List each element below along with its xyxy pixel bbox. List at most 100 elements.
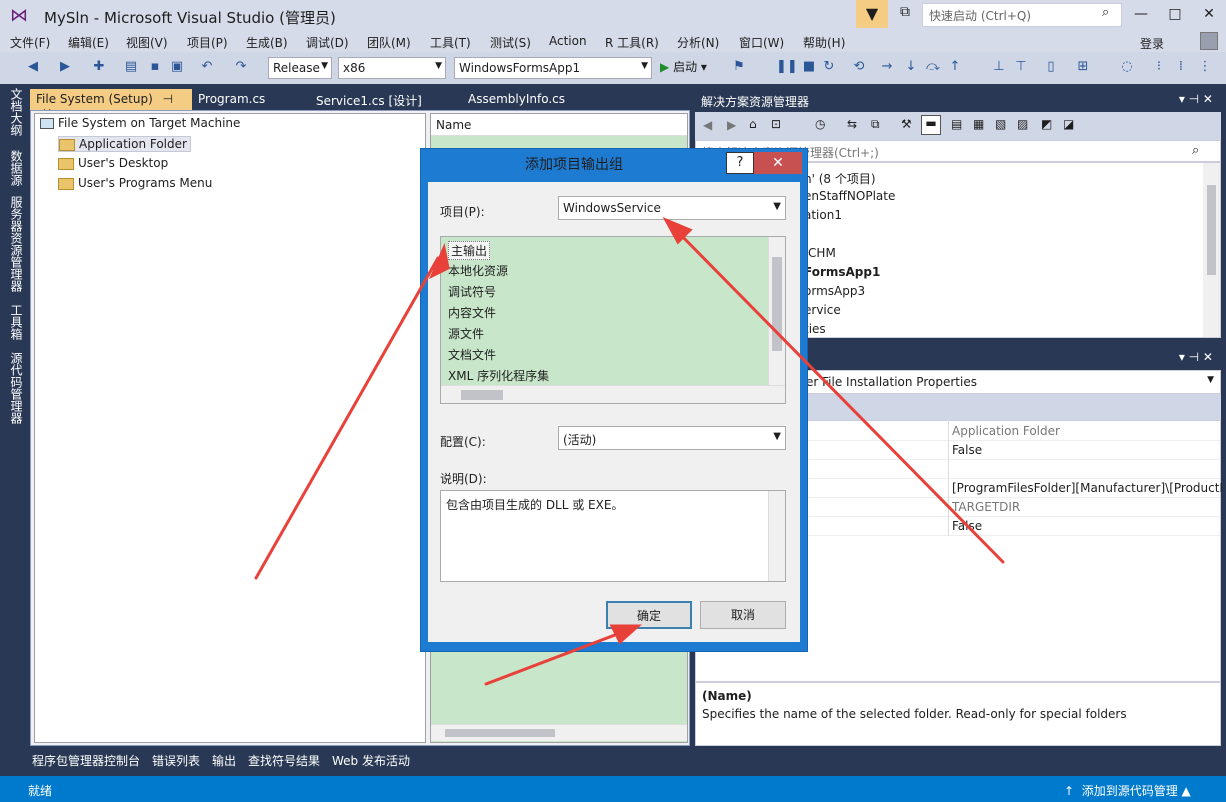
output-group-item[interactable]: 文档文件: [448, 346, 496, 363]
output-group-item[interactable]: XML 序列化程序集: [448, 367, 549, 384]
horizontal-scrollbar[interactable]: [441, 385, 785, 403]
new-project-icon[interactable]: ✚: [90, 58, 108, 76]
solution-item[interactable]: :CHM: [804, 246, 836, 260]
comment-icon[interactable]: ▯: [1042, 58, 1060, 76]
solution-item[interactable]: ation1: [804, 208, 842, 222]
preview-icon[interactable]: ▬: [921, 115, 941, 135]
menu-build[interactable]: 生成(B): [246, 34, 288, 51]
refresh-icon[interactable]: ⟲: [850, 58, 868, 76]
back-icon[interactable]: ◀: [24, 58, 42, 76]
redo-icon[interactable]: ↷: [232, 58, 250, 76]
align-bottom-icon[interactable]: ⊤: [1012, 58, 1030, 76]
notification-filter-icon[interactable]: ▼: [856, 0, 888, 28]
align-icon[interactable]: ⊥: [990, 58, 1008, 76]
pause-icon[interactable]: ❚❚: [776, 58, 798, 76]
format-icon[interactable]: ◌: [1118, 58, 1136, 76]
search-icon[interactable]: ⌕: [1102, 5, 1120, 23]
platform-select[interactable]: x86 ▼: [338, 57, 446, 79]
search-icon[interactable]: ⌕: [1192, 143, 1199, 158]
back-icon[interactable]: ◀: [703, 118, 712, 132]
scroll-thumb[interactable]: [461, 390, 503, 400]
dialog-close-button[interactable]: ✕: [754, 152, 802, 174]
forward-icon[interactable]: ▶: [727, 118, 736, 132]
tree-item-users-desktop[interactable]: User's Desktop: [58, 156, 168, 170]
stop-icon[interactable]: ■: [800, 58, 818, 76]
registry-editor-icon[interactable]: ▧: [995, 117, 1006, 131]
output-group-item[interactable]: 源文件: [448, 325, 484, 342]
config-select[interactable]: (活动) ▼: [558, 426, 786, 450]
undo-icon[interactable]: ↶: [198, 58, 216, 76]
menu-help[interactable]: 帮助(H): [803, 34, 845, 51]
toolbar-overflow-icon[interactable]: ⋮: [1196, 58, 1214, 76]
tab-error-list[interactable]: 错误列表: [152, 752, 200, 769]
tab-source-control-explorer[interactable]: 源代码管理器: [8, 352, 25, 424]
tab-find-symbol-results[interactable]: 查找符号结果: [248, 752, 320, 769]
vertical-scrollbar[interactable]: [768, 237, 785, 385]
startup-project-select[interactable]: WindowsFormsApp1 ▼: [454, 57, 652, 79]
restart-icon[interactable]: ↻: [820, 58, 838, 76]
tab-server-explorer[interactable]: 服务器资源管理器: [8, 196, 25, 292]
project-select[interactable]: WindowsService ▼: [558, 196, 786, 220]
tree-root-target-machine[interactable]: File System on Target Machine: [40, 116, 240, 130]
menu-window[interactable]: 窗口(W): [739, 34, 784, 51]
menu-view[interactable]: 视图(V): [126, 34, 168, 51]
tab-output[interactable]: 输出: [212, 752, 236, 769]
pin-icon[interactable]: ⊣: [163, 92, 173, 106]
tab-package-manager-console[interactable]: 程序包管理器控制台: [32, 752, 140, 769]
solution-item[interactable]: enStaffNOPlate: [804, 189, 895, 203]
menu-project[interactable]: 项目(P): [187, 34, 228, 51]
panel-controls[interactable]: ▾ ⊣ ✕: [1179, 350, 1213, 364]
account-icon[interactable]: [1200, 32, 1218, 50]
save-all-icon[interactable]: ▣: [168, 58, 186, 76]
solution-item-startup[interactable]: FormsApp1: [804, 265, 880, 279]
ok-button[interactable]: 确定: [606, 601, 692, 629]
menu-r-tools[interactable]: R 工具(R): [605, 34, 659, 51]
menu-action[interactable]: Action: [549, 34, 587, 48]
step-over-icon[interactable]: ⤼: [924, 58, 942, 76]
scroll-thumb[interactable]: [772, 257, 782, 351]
menu-analyze[interactable]: 分析(N): [677, 34, 719, 51]
solution-item[interactable]: ervice: [804, 303, 841, 317]
launch-conditions-icon[interactable]: ◪: [1063, 117, 1074, 131]
file-system-editor-icon[interactable]: ▦: [973, 117, 984, 131]
menu-file[interactable]: 文件(F): [10, 34, 50, 51]
tab-toolbox[interactable]: 工具箱: [8, 304, 25, 340]
save-icon[interactable]: ▪: [146, 58, 164, 76]
horizontal-scrollbar[interactable]: [431, 724, 687, 741]
show-next-statement-icon[interactable]: →: [878, 58, 896, 76]
column-header-name[interactable]: Name: [431, 114, 687, 136]
tab-program-cs[interactable]: Program.cs: [192, 89, 271, 110]
output-group-item-selected[interactable]: 主输出: [448, 241, 491, 260]
scroll-thumb[interactable]: [445, 729, 555, 737]
home-icon[interactable]: ⌂: [749, 117, 757, 131]
panel-controls[interactable]: ▾ ⊣ ✕: [1179, 92, 1213, 106]
spacing-icon[interactable]: ⁝: [1150, 58, 1168, 76]
layout-grid-icon[interactable]: ⊞: [1074, 58, 1092, 76]
vertical-scrollbar[interactable]: [1203, 163, 1220, 337]
browser-link-icon[interactable]: ⚑: [730, 58, 748, 76]
tab-web-publish-activity[interactable]: Web 发布活动: [332, 752, 410, 769]
solution-item[interactable]: ormsApp3: [804, 284, 865, 298]
tree-item-users-programs-menu[interactable]: User's Programs Menu: [58, 176, 212, 190]
output-group-item[interactable]: 调试符号: [448, 283, 496, 300]
menu-test[interactable]: 测试(S): [490, 34, 531, 51]
collapse-all-icon[interactable]: ⧉: [871, 117, 880, 132]
menu-tools[interactable]: 工具(T): [430, 34, 471, 51]
output-group-item[interactable]: 内容文件: [448, 304, 496, 321]
view-designer-icon[interactable]: ▤: [951, 117, 962, 131]
pending-changes-icon[interactable]: ◷: [815, 117, 825, 131]
feedback-icon[interactable]: ⧉: [894, 4, 916, 24]
custom-actions-icon[interactable]: ◩: [1041, 117, 1052, 131]
dialog-help-button[interactable]: ?: [726, 152, 754, 174]
switch-views-icon[interactable]: ⊡: [771, 117, 781, 131]
tab-service1-design[interactable]: Service1.cs [设计]: [310, 89, 428, 110]
close-window-button[interactable]: ✕: [1194, 2, 1224, 26]
add-to-source-control-button[interactable]: ↑ 添加到源代码管理 ▲: [1064, 782, 1191, 799]
tab-data-sources[interactable]: 数据源: [8, 150, 25, 186]
step-out-icon[interactable]: ↑: [946, 58, 964, 76]
menu-edit[interactable]: 编辑(E): [68, 34, 109, 51]
menu-debug[interactable]: 调试(D): [306, 34, 349, 51]
spacing-vertical-icon[interactable]: ⁞: [1172, 58, 1190, 76]
configuration-select[interactable]: Release ▼: [268, 57, 332, 79]
forward-icon[interactable]: ▶: [56, 58, 74, 76]
